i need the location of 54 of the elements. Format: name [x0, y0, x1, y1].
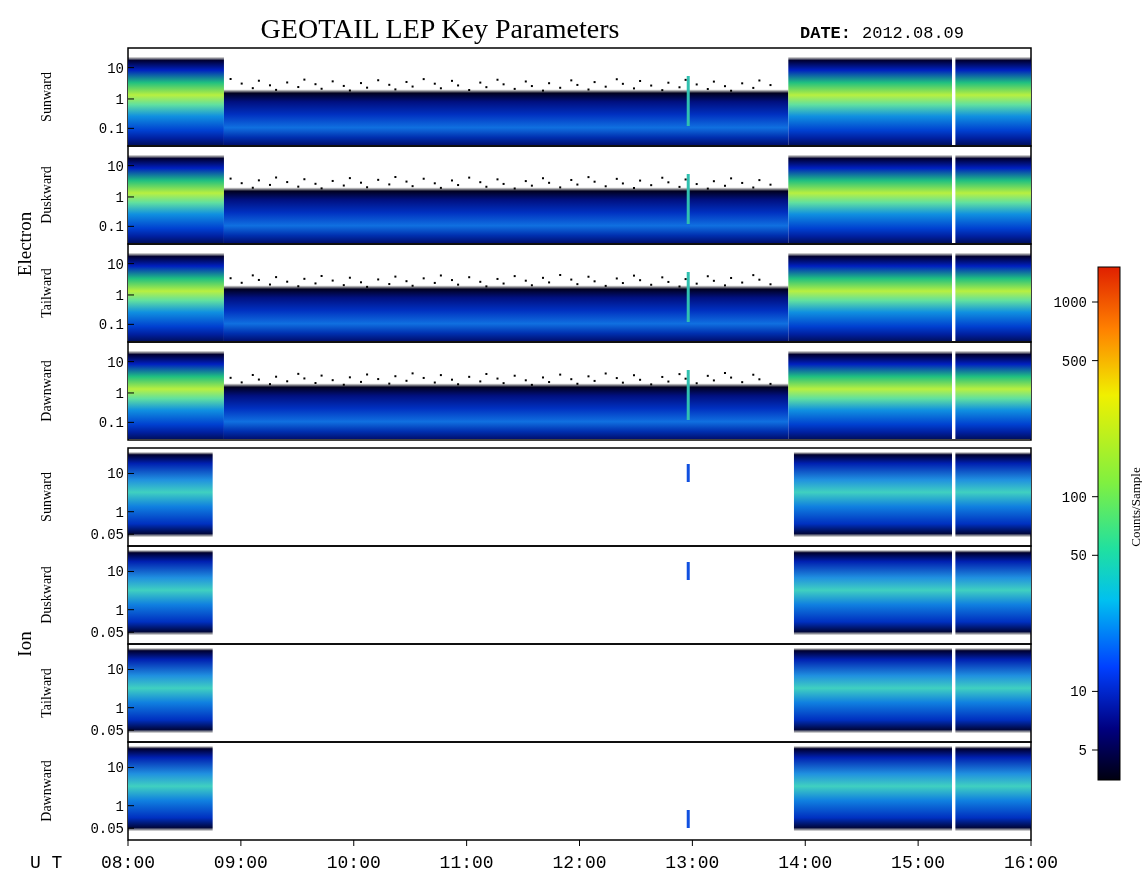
colorbar-tick-label: 10: [1070, 684, 1087, 701]
y-tick-label: 0.1: [98, 121, 124, 138]
y-tick-label: 10: [107, 60, 124, 77]
panel-label: Sunward: [39, 72, 54, 122]
date-label: DATE:: [800, 24, 851, 43]
x-tick-label: 14:00: [778, 853, 833, 873]
x-tick-label: 15:00: [891, 853, 946, 873]
colorbar-label: Counts/Sample: [1128, 467, 1142, 547]
colorbar-tick-label: 50: [1070, 548, 1087, 565]
x-tick-label: 11:00: [439, 853, 494, 873]
panel-label: Duskward: [39, 166, 54, 224]
x-tick-label: 12:00: [552, 853, 607, 873]
y-tick-label: 10: [107, 662, 124, 679]
panel-label: Tailward: [39, 668, 54, 718]
axis-label: U T: [30, 853, 63, 873]
y-tick-label: 10: [107, 256, 124, 273]
x-tick-label: 16:00: [1004, 853, 1058, 873]
panel-label: Dawnward: [39, 360, 54, 422]
y-tick-label: 0.1: [98, 317, 124, 334]
x-tick-label: 08:00: [101, 853, 155, 873]
y-tick-label: 0.1: [98, 415, 124, 432]
y-tick-label: 10: [107, 158, 124, 175]
y-tick-label: 10: [107, 564, 124, 581]
x-tick-label: 10:00: [326, 853, 381, 873]
y-tick-label: 1: [115, 91, 124, 108]
y-tick-label: 0.05: [90, 527, 124, 544]
chart-title: GEOTAIL LEP Key Parameters: [260, 13, 620, 44]
colorbar-tick-label: 1000: [1053, 295, 1087, 311]
y-tick-label: 1: [115, 504, 124, 521]
y-tick-label: 0.05: [90, 625, 124, 642]
colorbar-tick-label: 500: [1061, 353, 1087, 370]
date-value: 2012.08.09: [862, 24, 965, 43]
panel-label: Dawnward: [39, 760, 54, 822]
y-tick-label: 0.1: [98, 219, 124, 236]
panel-label: Duskward: [39, 566, 54, 624]
y-tick-label: 10: [107, 354, 124, 371]
y-tick-label: 1: [115, 385, 124, 402]
y-tick-label: 10: [107, 760, 124, 777]
y-tick-label: 1: [115, 798, 124, 815]
y-tick-label: 10: [107, 466, 124, 483]
x-tick-label: 13:00: [665, 853, 720, 873]
panel-label: Sunward: [39, 472, 54, 522]
y-tick-label: 1: [115, 189, 124, 206]
y-tick-label: 1: [115, 287, 124, 304]
y-tick-label: 1: [115, 700, 124, 717]
colorbar-tick-label: 100: [1061, 489, 1087, 506]
panel-label: Tailward: [39, 268, 54, 318]
group-label: Electron: [14, 211, 35, 277]
y-tick-label: 0.05: [90, 723, 124, 740]
colorbar-tick-label: 5: [1078, 743, 1087, 759]
x-tick-label: 09:00: [213, 853, 268, 873]
y-tick-label: 1: [115, 602, 124, 619]
y-tick-label: 0.05: [90, 821, 124, 838]
group-label: Ion: [14, 631, 35, 657]
